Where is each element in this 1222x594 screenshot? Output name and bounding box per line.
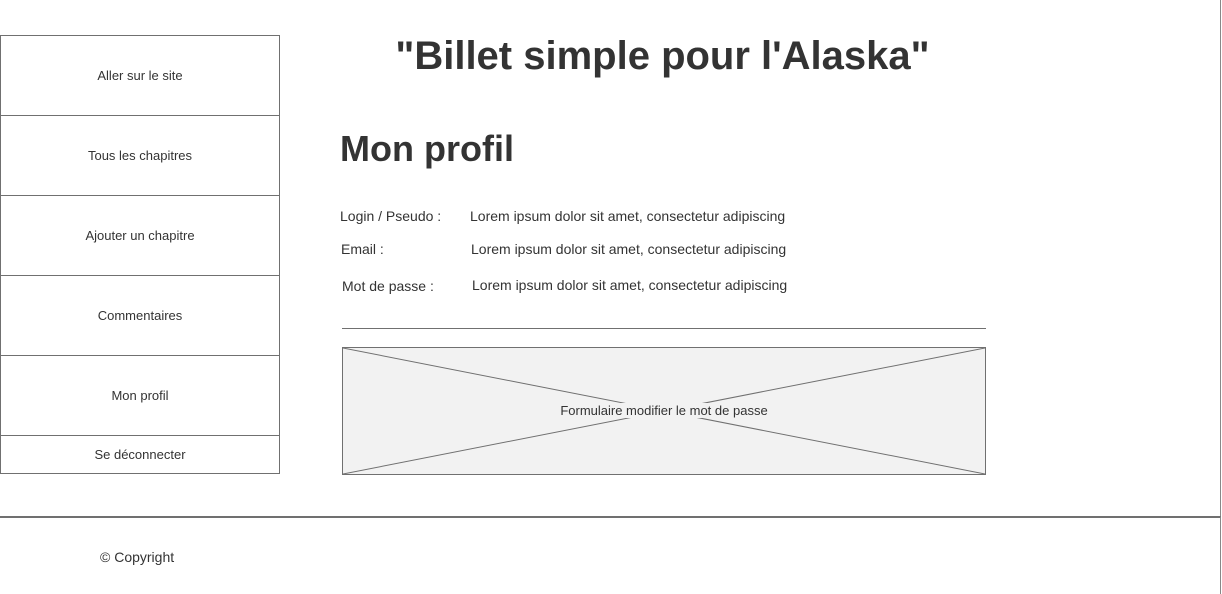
- page: Aller sur le site Tous les chapitres Ajo…: [0, 0, 1222, 594]
- sidebar-item-aller-sur-le-site[interactable]: Aller sur le site: [1, 36, 279, 116]
- sidebar-item-tous-les-chapitres[interactable]: Tous les chapitres: [1, 116, 279, 196]
- sidebar: Aller sur le site Tous les chapitres Ajo…: [0, 35, 280, 474]
- site-title: "Billet simple pour l'Alaska": [395, 34, 930, 78]
- password-label: Mot de passe :: [342, 278, 434, 294]
- sidebar-item-label: Aller sur le site: [97, 68, 183, 83]
- email-value: Lorem ipsum dolor sit amet, consectetur …: [471, 241, 787, 257]
- placeholder-label-wrap: Formulaire modifier le mot de passe: [343, 403, 985, 418]
- sidebar-item-se-deconnecter[interactable]: Se déconnecter: [1, 436, 279, 473]
- sidebar-item-label: Commentaires: [97, 308, 183, 323]
- copyright-text: © Copyright: [100, 549, 175, 565]
- placeholder-label: Formulaire modifier le mot de passe: [556, 403, 772, 418]
- page-title: Mon profil: [340, 128, 514, 169]
- login-value: Lorem ipsum dolor sit amet, consectetur …: [470, 208, 786, 224]
- sidebar-item-label: Mon profil: [111, 388, 169, 403]
- sidebar-item-label: Ajouter un chapitre: [85, 228, 195, 243]
- sidebar-item-label: Se déconnecter: [94, 447, 186, 462]
- footer: © Copyright: [0, 516, 1221, 594]
- page-right-border: [1220, 0, 1221, 518]
- login-label: Login / Pseudo :: [340, 208, 442, 224]
- section-divider: [342, 328, 986, 329]
- change-password-form-placeholder: Formulaire modifier le mot de passe: [342, 347, 986, 475]
- sidebar-item-mon-profil[interactable]: Mon profil: [1, 356, 279, 436]
- password-value: Lorem ipsum dolor sit amet, consectetur …: [472, 277, 788, 293]
- sidebar-item-ajouter-un-chapitre[interactable]: Ajouter un chapitre: [1, 196, 279, 276]
- email-label: Email :: [341, 241, 384, 257]
- sidebar-item-label: Tous les chapitres: [87, 148, 193, 163]
- sidebar-item-commentaires[interactable]: Commentaires: [1, 276, 279, 356]
